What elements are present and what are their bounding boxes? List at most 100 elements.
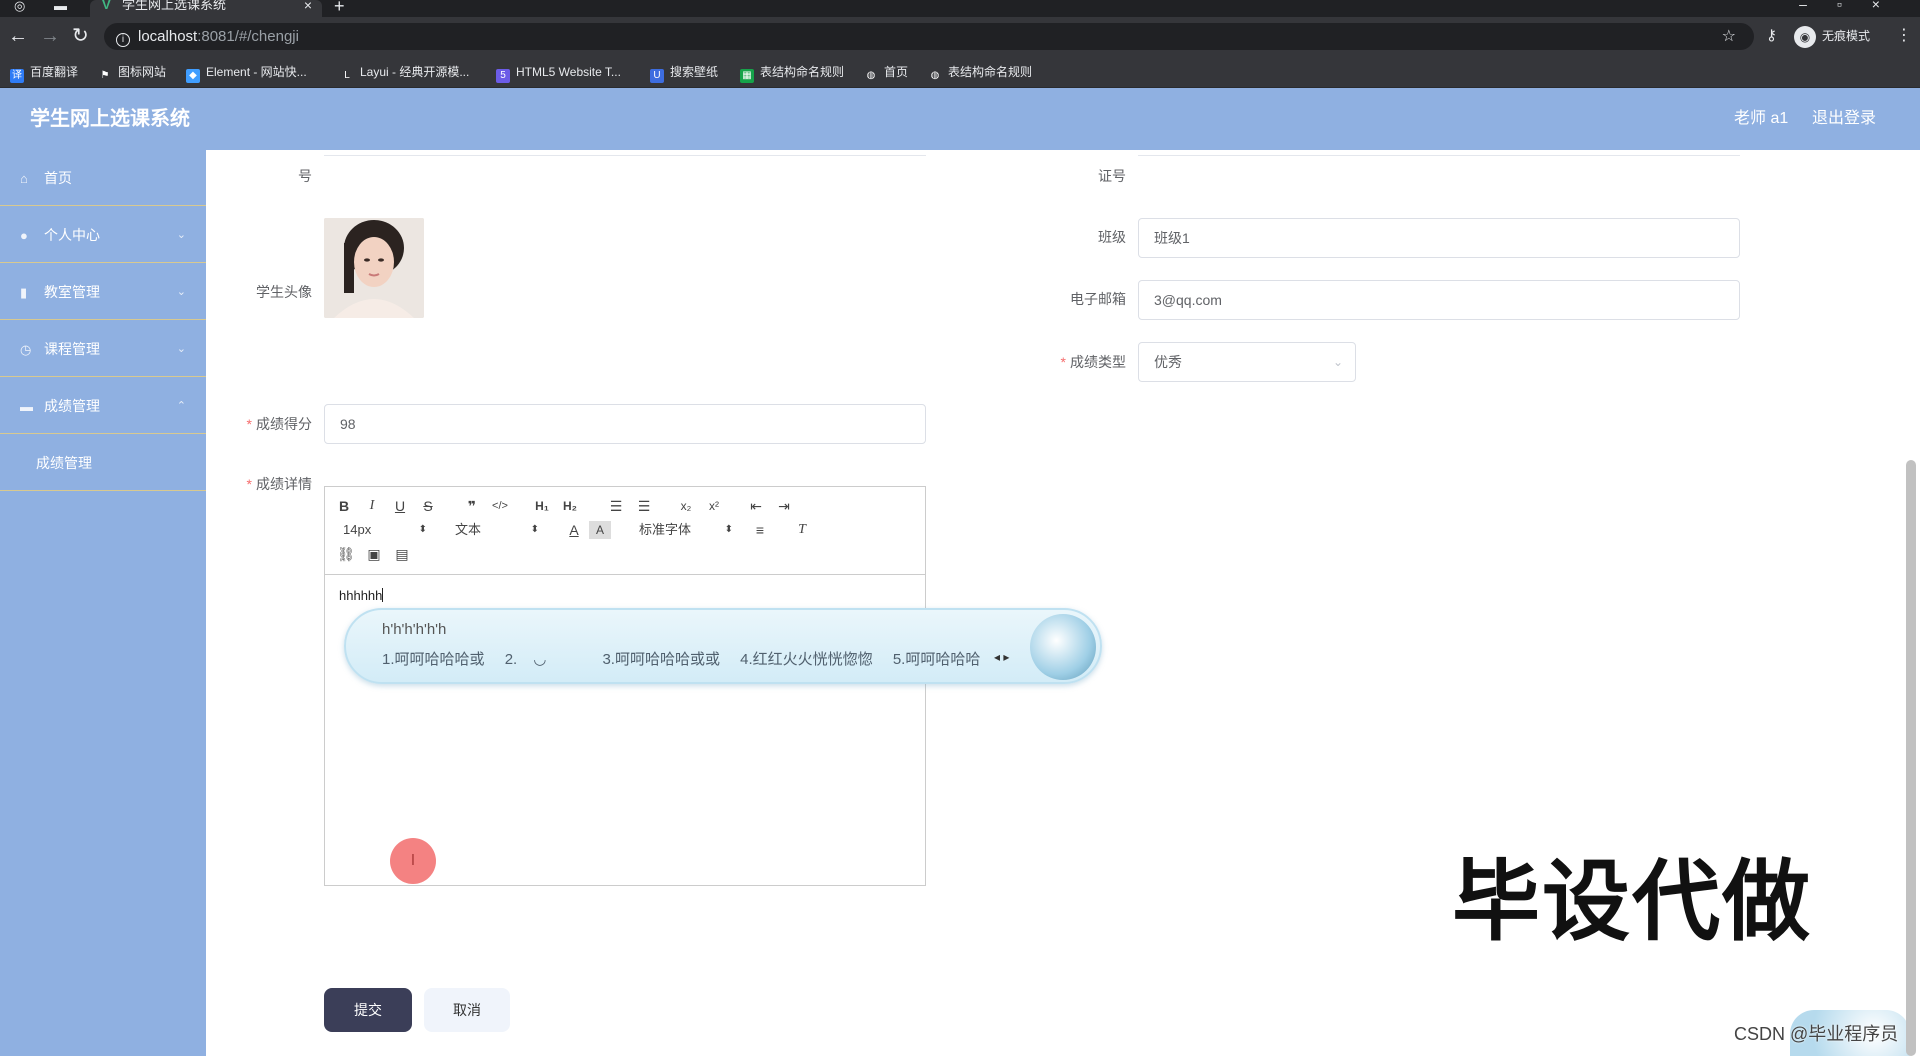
reload-icon[interactable]: ↻ <box>72 26 89 46</box>
ime-candidate[interactable]: 5.呵呵哈哈哈 <box>893 651 981 668</box>
superscript-icon[interactable]: x² <box>703 497 725 515</box>
clear-format-icon[interactable]: T <box>791 521 813 539</box>
sidebar-item-grades[interactable]: ▬ 成绩管理 ⌃ <box>0 378 206 434</box>
incognito-indicator[interactable]: ◉ 无痕模式 <box>1794 25 1870 48</box>
sidebar-item-courses[interactable]: ◷ 课程管理 ⌄ <box>0 321 206 377</box>
bookmark-item[interactable]: L Layui - 经典开源模... <box>340 63 469 83</box>
email-input[interactable]: 3@qq.com <box>1138 280 1740 320</box>
logout-link[interactable]: 退出登录 <box>1812 108 1876 130</box>
browser-logo-icon: ◎ <box>14 0 26 13</box>
key-icon[interactable]: ⚷ <box>1766 26 1777 44</box>
bookmark-item[interactable]: ◍ 首页 <box>864 63 908 83</box>
forward-icon[interactable]: → <box>40 26 60 46</box>
outdent-icon[interactable]: ⇤ <box>745 497 767 515</box>
bookmark-item[interactable]: ◍ 表结构命名规则 <box>928 63 1032 83</box>
rich-text-editor[interactable]: B I U S ❞ </> H₁ H₂ ☰ ☰ x₂ x² ⇤ ⇥ 14px ⬍ … <box>324 486 926 886</box>
score-input[interactable]: 98 <box>324 404 926 444</box>
sidebar-item-home[interactable]: ⌂ 首页 <box>0 150 206 206</box>
font-size-select[interactable]: 14px ⬍ <box>343 521 427 539</box>
html5-icon: 5 <box>496 69 510 83</box>
bookmark-label: 搜索壁纸 <box>670 65 719 79</box>
emoji-icon: ◡ <box>533 651 547 668</box>
class-label: 班级 <box>1098 229 1126 245</box>
submit-button[interactable]: 提交 <box>324 988 412 1032</box>
bookmark-item[interactable]: ◆ Element - 网站快... <box>186 63 307 83</box>
chevron-up-icon: ⌃ <box>176 400 186 412</box>
browser-menu-icon[interactable]: ⋮ <box>1896 25 1912 45</box>
grade-type-value: 优秀 <box>1154 354 1182 370</box>
link-icon[interactable]: ⛓ <box>335 545 357 563</box>
ime-page-arrows-icon[interactable]: ◂ ▸ <box>994 650 1009 664</box>
globe-icon: ◍ <box>930 70 940 81</box>
ime-candidate[interactable]: 1.呵呵哈哈哈或 <box>382 651 485 668</box>
class-input[interactable]: 班级1 <box>1138 218 1740 258</box>
subscript-icon[interactable]: x₂ <box>675 497 697 515</box>
csdn-watermark: CSDN @毕业程序员 <box>1734 1024 1899 1044</box>
flag-icon: ⚑ <box>100 70 110 81</box>
heading2-icon[interactable]: H₂ <box>559 497 581 515</box>
text-type-value: 文本 <box>455 522 482 537</box>
chart-icon: ▮ <box>20 285 28 300</box>
score-label-text: 成绩得分 <box>256 416 312 432</box>
editor-content[interactable]: hhhhhh <box>339 587 384 605</box>
sidebar-subitem-grades[interactable]: 成绩管理 <box>0 435 206 491</box>
browser-tab-active[interactable]: V 学生网上选课系统 × <box>90 0 322 17</box>
cancel-button[interactable]: 取消 <box>424 988 510 1032</box>
layui-icon: L <box>344 70 350 81</box>
code-icon[interactable]: </> <box>489 497 511 515</box>
strike-icon[interactable]: S <box>417 497 439 515</box>
editor-text: hhhhhh <box>339 588 383 603</box>
bookmark-star-icon[interactable]: ☆ <box>1722 23 1736 50</box>
blockquote-icon[interactable]: ❞ <box>461 497 483 515</box>
student-avatar[interactable] <box>324 218 424 318</box>
heading1-icon[interactable]: H₁ <box>531 497 553 515</box>
bookmark-item[interactable]: ⚑ 图标网站 <box>98 63 167 83</box>
incognito-icon: ◉ <box>1794 25 1816 48</box>
incognito-label: 无痕模式 <box>1822 29 1871 43</box>
url-input[interactable]: i localhost:8081/#/chengji ☆ <box>104 23 1754 50</box>
background-color-icon[interactable]: A <box>589 521 611 539</box>
chevron-down-icon: ⌄ <box>1332 355 1343 369</box>
sidebar-item-classrooms[interactable]: ▮ 教室管理 ⌄ <box>0 264 206 320</box>
text-type-select[interactable]: 文本 ⬍ <box>455 521 539 539</box>
field-edge <box>324 155 926 156</box>
bookmark-label: 首页 <box>884 65 909 79</box>
align-icon[interactable]: ≡ <box>749 521 771 539</box>
tab-close-icon[interactable]: × <box>304 0 312 12</box>
font-color-icon[interactable]: A <box>563 521 585 539</box>
sidebar-subitem-label: 成绩管理 <box>36 455 92 471</box>
required-mark: * <box>246 416 252 432</box>
back-icon[interactable]: ← <box>8 26 28 46</box>
image-icon[interactable]: ▣ <box>363 545 385 563</box>
font-family-select[interactable]: 标准字体 ⬍ <box>639 521 733 539</box>
bookmarks-bar: 译百度翻译 ⚑ 图标网站 ◆ Element - 网站快... L Layui - 经… <box>0 57 1920 88</box>
page-scrollbar[interactable] <box>1906 460 1916 1056</box>
indent-icon[interactable]: ⇥ <box>773 497 795 515</box>
ime-candidate[interactable]: 2. ◡ <box>505 651 563 668</box>
bookmark-label: 百度翻译 <box>30 65 79 79</box>
italic-icon[interactable]: I <box>361 497 383 515</box>
detail-label-text: 成绩详情 <box>256 476 312 492</box>
ime-candidate[interactable]: 3.呵呵哈哈哈或或 <box>602 651 720 668</box>
grade-type-label-text: 成绩类型 <box>1070 354 1126 370</box>
video-icon[interactable]: ▤ <box>391 545 413 563</box>
bookmark-item[interactable]: U 搜索壁纸 <box>650 63 718 83</box>
sidebar-item-profile[interactable]: ● 个人中心 ⌄ <box>0 207 206 263</box>
underline-icon[interactable]: U <box>389 497 411 515</box>
bold-icon[interactable]: B <box>333 497 355 515</box>
ime-candidate[interactable]: 4.红红火火恍恍惚惚 <box>740 651 873 668</box>
ime-candidate-text: 2. <box>504 651 518 668</box>
tab-search-icon[interactable]: ▬ <box>54 0 67 12</box>
info-icon[interactable]: i <box>116 33 130 47</box>
ime-candidate-window[interactable]: h'h'h'h'h'h 1.呵呵哈哈哈或 2. ◡ 3.呵呵哈哈哈或或 4.红红火… <box>344 608 1102 684</box>
bookmark-item[interactable]: ▦ 表结构命名规则 <box>740 63 844 83</box>
ordered-list-icon[interactable]: ☰ <box>605 497 627 515</box>
bookmark-item[interactable]: 5 HTML5 Website T... <box>496 63 621 83</box>
bookmark-item[interactable]: 译百度翻译 <box>10 63 78 83</box>
bullet-list-icon[interactable]: ☰ <box>633 497 655 515</box>
bookmark-label: HTML5 Website T... <box>516 65 621 79</box>
bookmark-label: Element - 网站快... <box>206 65 307 79</box>
grade-type-select[interactable]: 优秀 ⌄ <box>1138 342 1356 382</box>
window-controls[interactable]: –▫× <box>1799 0 1910 12</box>
new-tab-button[interactable]: + <box>334 0 345 15</box>
